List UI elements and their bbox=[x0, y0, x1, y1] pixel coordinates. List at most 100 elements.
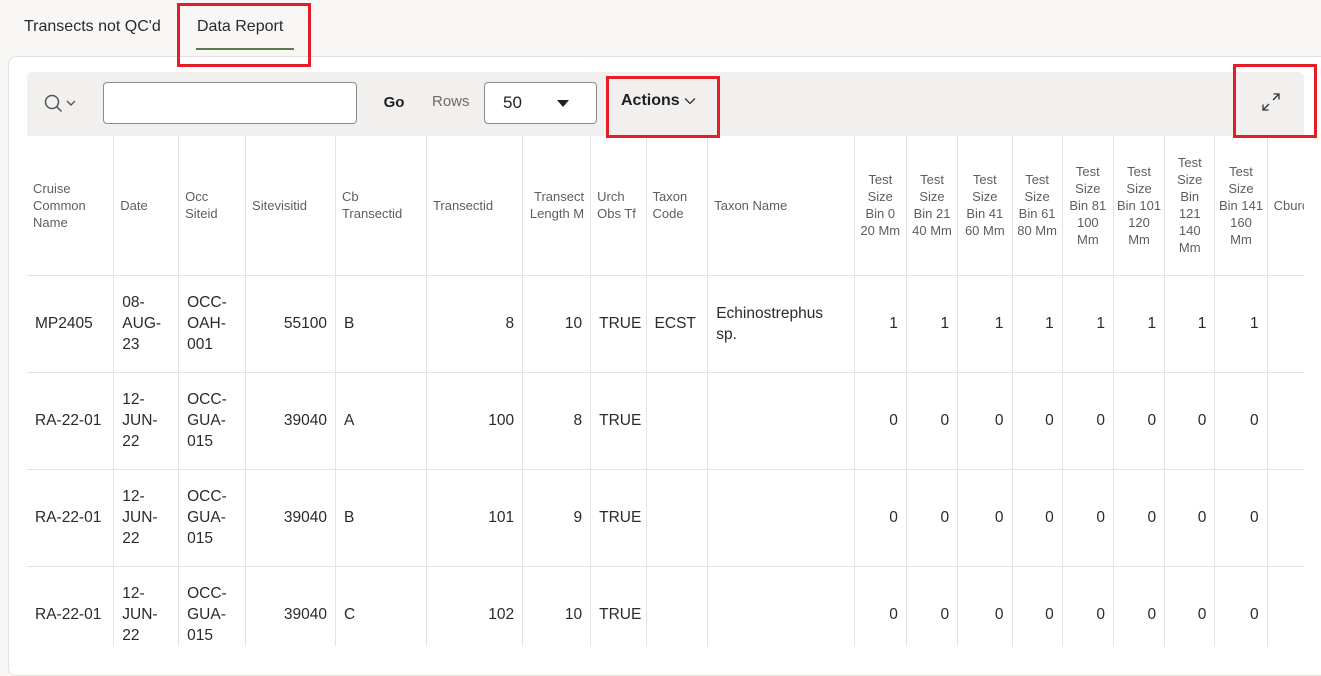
table-cell: RA-22-01 bbox=[27, 566, 115, 646]
table-cell: 0 bbox=[1062, 566, 1114, 646]
column-header[interactable]: Transect Length M bbox=[522, 136, 592, 276]
table-cell: 0 bbox=[1164, 469, 1216, 567]
table-cell: RA-22-01 bbox=[27, 469, 115, 567]
table-cell: 0 bbox=[1062, 469, 1114, 567]
column-header[interactable]: Test Size Bin 101 120 Mm bbox=[1113, 136, 1166, 276]
column-header[interactable]: Cruise Common Name bbox=[27, 136, 115, 276]
table-cell: RA-22-01 bbox=[27, 372, 115, 470]
table-cell: 0 bbox=[1164, 372, 1216, 470]
table-cell: 10 bbox=[522, 275, 592, 373]
table-cell: 10 bbox=[522, 566, 592, 646]
table-cell bbox=[707, 566, 855, 646]
table-cell: 101 bbox=[426, 469, 524, 567]
report-toolbar: Go Rows 50 Actions bbox=[27, 72, 1304, 136]
go-button[interactable]: Go bbox=[369, 82, 419, 124]
table-cell: C bbox=[335, 566, 427, 646]
report-grid: Cruise Common Name Date Occ Siteid Sitev… bbox=[27, 136, 1304, 646]
table-cell: 0 bbox=[906, 566, 959, 646]
column-header[interactable]: Occ Siteid bbox=[178, 136, 247, 276]
rows-per-page-select[interactable]: 50 bbox=[484, 82, 597, 124]
actions-menu-button[interactable]: Actions bbox=[621, 92, 696, 110]
table-cell: 39040 bbox=[245, 566, 336, 646]
table-cell: 55100 bbox=[245, 275, 336, 373]
column-header[interactable]: Taxon Code bbox=[646, 136, 709, 276]
expand-icon bbox=[1262, 93, 1280, 111]
table-cell: OCC-GUA-015 bbox=[178, 372, 247, 470]
table-cell: B bbox=[335, 275, 427, 373]
maximize-report-button[interactable] bbox=[1259, 90, 1283, 114]
search-icon bbox=[44, 94, 76, 113]
table-cell: 1 bbox=[1012, 275, 1063, 373]
column-header[interactable]: Test Size Bin 21 40 Mm bbox=[906, 136, 959, 276]
table-cell: 0 bbox=[1012, 372, 1063, 470]
table-cell: ECST bbox=[646, 275, 709, 373]
chevron-down-icon bbox=[684, 98, 696, 105]
table-cell: 0 bbox=[957, 372, 1013, 470]
column-header[interactable]: Date bbox=[113, 136, 180, 276]
tab-data-report[interactable]: Data Report bbox=[197, 18, 283, 36]
column-header[interactable]: Sitevisitid bbox=[245, 136, 336, 276]
table-cell: 10 bbox=[1267, 566, 1304, 646]
table-cell: 0 bbox=[1012, 566, 1063, 646]
column-header[interactable]: Taxon Name bbox=[707, 136, 855, 276]
table-row: RA-22-01 12-JUN-22 OCC-GUA-015 39040 C 1… bbox=[27, 566, 1304, 646]
table-cell: 102 bbox=[426, 566, 524, 646]
column-header[interactable]: Transectid bbox=[426, 136, 524, 276]
column-header[interactable]: Cburchin bbox=[1267, 136, 1304, 276]
table-row: RA-22-01 12-JUN-22 OCC-GUA-015 39040 A 1… bbox=[27, 372, 1304, 470]
data-table: Cruise Common Name Date Occ Siteid Sitev… bbox=[27, 136, 1304, 646]
table-cell: 08-AUG-23 bbox=[113, 275, 180, 373]
table-cell bbox=[707, 372, 855, 470]
table-cell: B bbox=[335, 469, 427, 567]
table-header-row: Cruise Common Name Date Occ Siteid Sitev… bbox=[27, 136, 1304, 276]
table-cell: 12-JUN-22 bbox=[113, 372, 180, 470]
table-cell: 0 bbox=[1113, 372, 1166, 470]
table-cell: TRUE bbox=[590, 275, 647, 373]
table-cell: 0 bbox=[906, 469, 959, 567]
tab-bar: Transects not QC'd Data Report bbox=[0, 0, 1321, 54]
table-row: RA-22-01 12-JUN-22 OCC-GUA-015 39040 B 1… bbox=[27, 469, 1304, 567]
tab-selected-indicator bbox=[196, 48, 294, 50]
table-cell: 1 bbox=[1214, 275, 1268, 373]
tab-transects-not-qcd[interactable]: Transects not QC'd bbox=[24, 18, 161, 36]
table-cell: 0 bbox=[1214, 372, 1268, 470]
table-cell: 0 bbox=[1214, 566, 1268, 646]
table-row: MP2405 08-AUG-23 OCC-OAH-001 55100 B 8 1… bbox=[27, 275, 1304, 373]
table-cell: 0 bbox=[1164, 566, 1216, 646]
column-header[interactable]: Test Size Bin 61 80 Mm bbox=[1012, 136, 1063, 276]
table-cell: 10 bbox=[1267, 372, 1304, 470]
table-cell: OCC-GUA-015 bbox=[178, 469, 247, 567]
column-header[interactable]: Test Size Bin 0 20 Mm bbox=[854, 136, 907, 276]
table-cell: 0 bbox=[854, 372, 907, 470]
table-cell: MP2405 bbox=[27, 275, 115, 373]
table-cell: 0 bbox=[906, 372, 959, 470]
search-input[interactable] bbox=[103, 82, 357, 124]
table-cell: 0 bbox=[1113, 469, 1166, 567]
table-cell: 8 bbox=[522, 372, 592, 470]
table-cell: 1 bbox=[1062, 275, 1114, 373]
rows-value: 50 bbox=[503, 93, 522, 112]
column-header[interactable]: Test Size Bin 81 100 Mm bbox=[1062, 136, 1114, 276]
table-cell: 1 bbox=[957, 275, 1013, 373]
table-cell: 0 bbox=[1062, 372, 1114, 470]
table-cell: 10 bbox=[1267, 275, 1304, 373]
table-cell: 0 bbox=[1012, 469, 1063, 567]
table-cell: 39040 bbox=[245, 372, 336, 470]
column-header[interactable]: Urch Obs Tf bbox=[590, 136, 647, 276]
table-cell: 1 bbox=[1164, 275, 1216, 373]
column-header[interactable]: Cb Transectid bbox=[335, 136, 427, 276]
table-cell: 0 bbox=[1113, 566, 1166, 646]
table-cell: 0 bbox=[854, 566, 907, 646]
column-header[interactable]: Test Size Bin 121 140 Mm bbox=[1164, 136, 1216, 276]
table-cell: A bbox=[335, 372, 427, 470]
search-column-button[interactable] bbox=[43, 92, 83, 116]
table-cell: TRUE bbox=[590, 566, 647, 646]
column-header[interactable]: Test Size Bin 41 60 Mm bbox=[957, 136, 1013, 276]
table-cell bbox=[646, 469, 709, 567]
table-cell: 8 bbox=[426, 275, 524, 373]
table-cell: OCC-GUA-015 bbox=[178, 566, 247, 646]
table-cell: 0 bbox=[957, 566, 1013, 646]
column-header[interactable]: Test Size Bin 141 160 Mm bbox=[1214, 136, 1268, 276]
table-cell: 39040 bbox=[245, 469, 336, 567]
table-cell bbox=[707, 469, 855, 567]
